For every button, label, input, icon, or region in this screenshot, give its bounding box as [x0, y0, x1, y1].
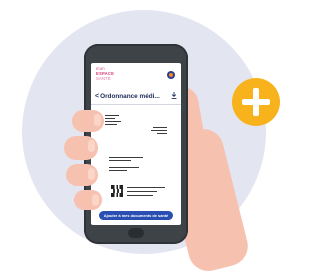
app-header: mon ESPACE SANTÉ	[91, 63, 181, 87]
text-line	[127, 187, 165, 189]
finger	[72, 110, 104, 132]
text-line	[105, 118, 115, 120]
finger	[66, 164, 98, 186]
back-button[interactable]: <	[95, 93, 99, 100]
logo-line-3: SANTÉ	[96, 76, 111, 81]
illustration: mon ESPACE SANTÉ < Ordonnance médi... Aj…	[0, 0, 280, 275]
profile-icon[interactable]	[167, 71, 175, 79]
add-to-health-documents-button[interactable]: Ajouter à mes documents de santé	[99, 211, 173, 220]
document-title: Ordonnance médi...	[100, 92, 160, 100]
smartphone: mon ESPACE SANTÉ < Ordonnance médi... Aj…	[84, 44, 188, 244]
home-button[interactable]	[128, 228, 144, 238]
finger	[74, 190, 102, 210]
text-line	[127, 195, 153, 197]
text-line	[153, 127, 167, 129]
text-line	[157, 133, 167, 135]
download-icon[interactable]	[171, 92, 177, 99]
text-line	[109, 160, 131, 162]
prescription-preview	[91, 105, 181, 205]
app-logo: mon ESPACE SANTÉ	[96, 66, 126, 81]
text-line	[151, 130, 167, 132]
qr-code	[111, 185, 123, 197]
text-line	[127, 191, 157, 193]
text-line	[105, 124, 117, 126]
phone-screen: mon ESPACE SANTÉ < Ordonnance médi... Aj…	[91, 63, 181, 225]
finger	[64, 136, 98, 160]
text-line	[109, 157, 143, 159]
title-bar: < Ordonnance médi...	[91, 90, 181, 102]
plus-icon	[232, 78, 280, 126]
text-line	[109, 170, 127, 172]
text-line	[105, 121, 121, 123]
text-line	[109, 167, 139, 169]
text-line	[105, 115, 119, 117]
